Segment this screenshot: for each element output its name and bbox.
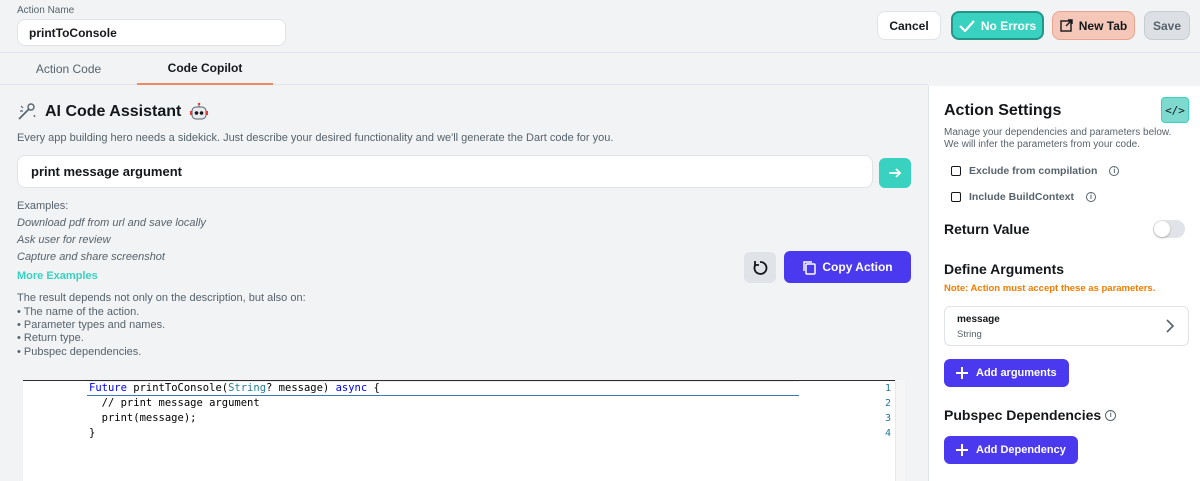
prompt-input[interactable]: print message argument (17, 155, 873, 188)
note-heading: The result depends not only on the descr… (17, 292, 306, 304)
new-tab-button[interactable]: New Tab (1052, 11, 1135, 40)
magic-wand-icon (18, 103, 36, 120)
add-arguments-button[interactable]: Add arguments (944, 359, 1069, 387)
code-keyword: Future (89, 382, 127, 394)
code-brackets-icon: </> (1165, 103, 1185, 117)
code-line[interactable]: print(message); (89, 412, 197, 424)
action-settings-panel: Action Settings </> Manage your dependen… (928, 86, 1200, 481)
copy-action-button[interactable]: Copy Action (784, 251, 911, 283)
no-errors-button[interactable]: No Errors (951, 11, 1044, 40)
chevron-right-icon (1166, 319, 1174, 333)
exclude-compilation-label: Exclude from compilation (969, 165, 1098, 177)
example-item[interactable]: Download pdf from url and save locally (17, 217, 206, 229)
checkmark-icon (959, 19, 975, 32)
new-tab-label: New Tab (1078, 18, 1128, 33)
toggle-knob (1154, 221, 1170, 237)
action-settings-description: Manage your dependencies and parameters … (944, 127, 1172, 150)
tab-action-code[interactable]: Action Code (0, 53, 137, 85)
argument-name: message (957, 314, 1000, 325)
plus-icon (956, 367, 968, 379)
open-in-new-icon (1060, 19, 1073, 32)
arrow-right-icon (889, 168, 902, 178)
note-item: • Parameter types and names. (17, 319, 166, 331)
note-item: • The name of the action. (17, 306, 140, 318)
info-icon[interactable]: i (1105, 409, 1117, 421)
code-text: { (367, 382, 380, 394)
example-item[interactable]: Ask user for review (17, 234, 111, 246)
action-name-input[interactable]: printToConsole (17, 19, 286, 46)
tab-code-copilot[interactable]: Code Copilot (137, 53, 273, 85)
save-button-label: Save (1152, 18, 1182, 33)
tab-bar: Action Code Code Copilot (0, 53, 928, 85)
code-type: String (228, 382, 267, 394)
assistant-title-row: AI Code Assistant (17, 102, 209, 122)
pubspec-dependencies-label: Pubspec Dependencies (944, 407, 1102, 423)
no-errors-label: No Errors (980, 18, 1037, 33)
refresh-icon (753, 260, 768, 275)
code-text: printToConsole( (126, 382, 229, 394)
exclude-compilation-checkbox[interactable] (951, 166, 961, 176)
note-item: • Return type. (17, 332, 84, 344)
code-line[interactable]: } (89, 427, 95, 439)
arguments-warning: Note: Action must accept these as parame… (944, 283, 1156, 294)
generate-button[interactable] (879, 158, 911, 188)
more-examples-link[interactable]: More Examples (17, 270, 98, 282)
info-icon[interactable]: i (1109, 166, 1120, 176)
save-button[interactable]: Save (1144, 11, 1190, 40)
header-bar: Action Name printToConsole Cancel No Err… (0, 0, 1200, 53)
argument-type: String (957, 329, 982, 340)
argument-card[interactable]: message String (944, 306, 1189, 346)
code-line[interactable]: // print message argument (89, 397, 260, 409)
copilot-panel: AI Code Assistant Every app building her… (0, 86, 928, 481)
include-context-label: Include BuildContext (969, 191, 1074, 203)
example-item[interactable]: Capture and share screenshot (17, 251, 165, 263)
code-keyword: async (335, 382, 368, 394)
code-editor[interactable]: 1 2 3 4 Future printToConsole(String? me… (23, 380, 905, 481)
action-settings-title: Action Settings (944, 102, 1062, 119)
plus-icon (956, 444, 968, 456)
cancel-button[interactable]: Cancel (877, 11, 941, 40)
return-value-toggle[interactable] (1153, 220, 1185, 238)
return-value-label: Return Value (944, 221, 1030, 237)
add-dependency-button[interactable]: Add Dependency (944, 436, 1078, 464)
robot-icon (190, 102, 209, 120)
code-view-button[interactable]: </> (1161, 97, 1189, 123)
cancel-button-label: Cancel (889, 18, 929, 33)
assistant-description: Every app building hero needs a sidekick… (17, 132, 614, 144)
include-context-row[interactable]: Include BuildContext i (951, 191, 1096, 203)
include-context-checkbox[interactable] (951, 192, 961, 202)
editor-scrollbar[interactable] (895, 380, 905, 481)
code-line[interactable]: Future printToConsole(String? message) a… (89, 382, 380, 394)
add-arguments-label: Add arguments (976, 367, 1057, 379)
action-name-label: Action Name (17, 5, 75, 16)
regenerate-button[interactable] (744, 252, 776, 283)
add-dependency-label: Add Dependency (976, 444, 1066, 456)
copy-icon (803, 260, 817, 275)
examples-label: Examples: (17, 200, 69, 212)
assistant-title: AI Code Assistant (45, 103, 182, 120)
copy-action-label: Copy Action (822, 260, 893, 274)
info-icon[interactable]: i (1086, 192, 1096, 202)
pubspec-dependencies-row: Pubspec Dependencies i (944, 407, 1117, 423)
define-arguments-label: Define Arguments (944, 261, 1065, 277)
exclude-compilation-row[interactable]: Exclude from compilation i (951, 165, 1120, 177)
note-item: • Pubspec dependencies. (17, 346, 142, 358)
code-text: ? message) (266, 382, 336, 394)
